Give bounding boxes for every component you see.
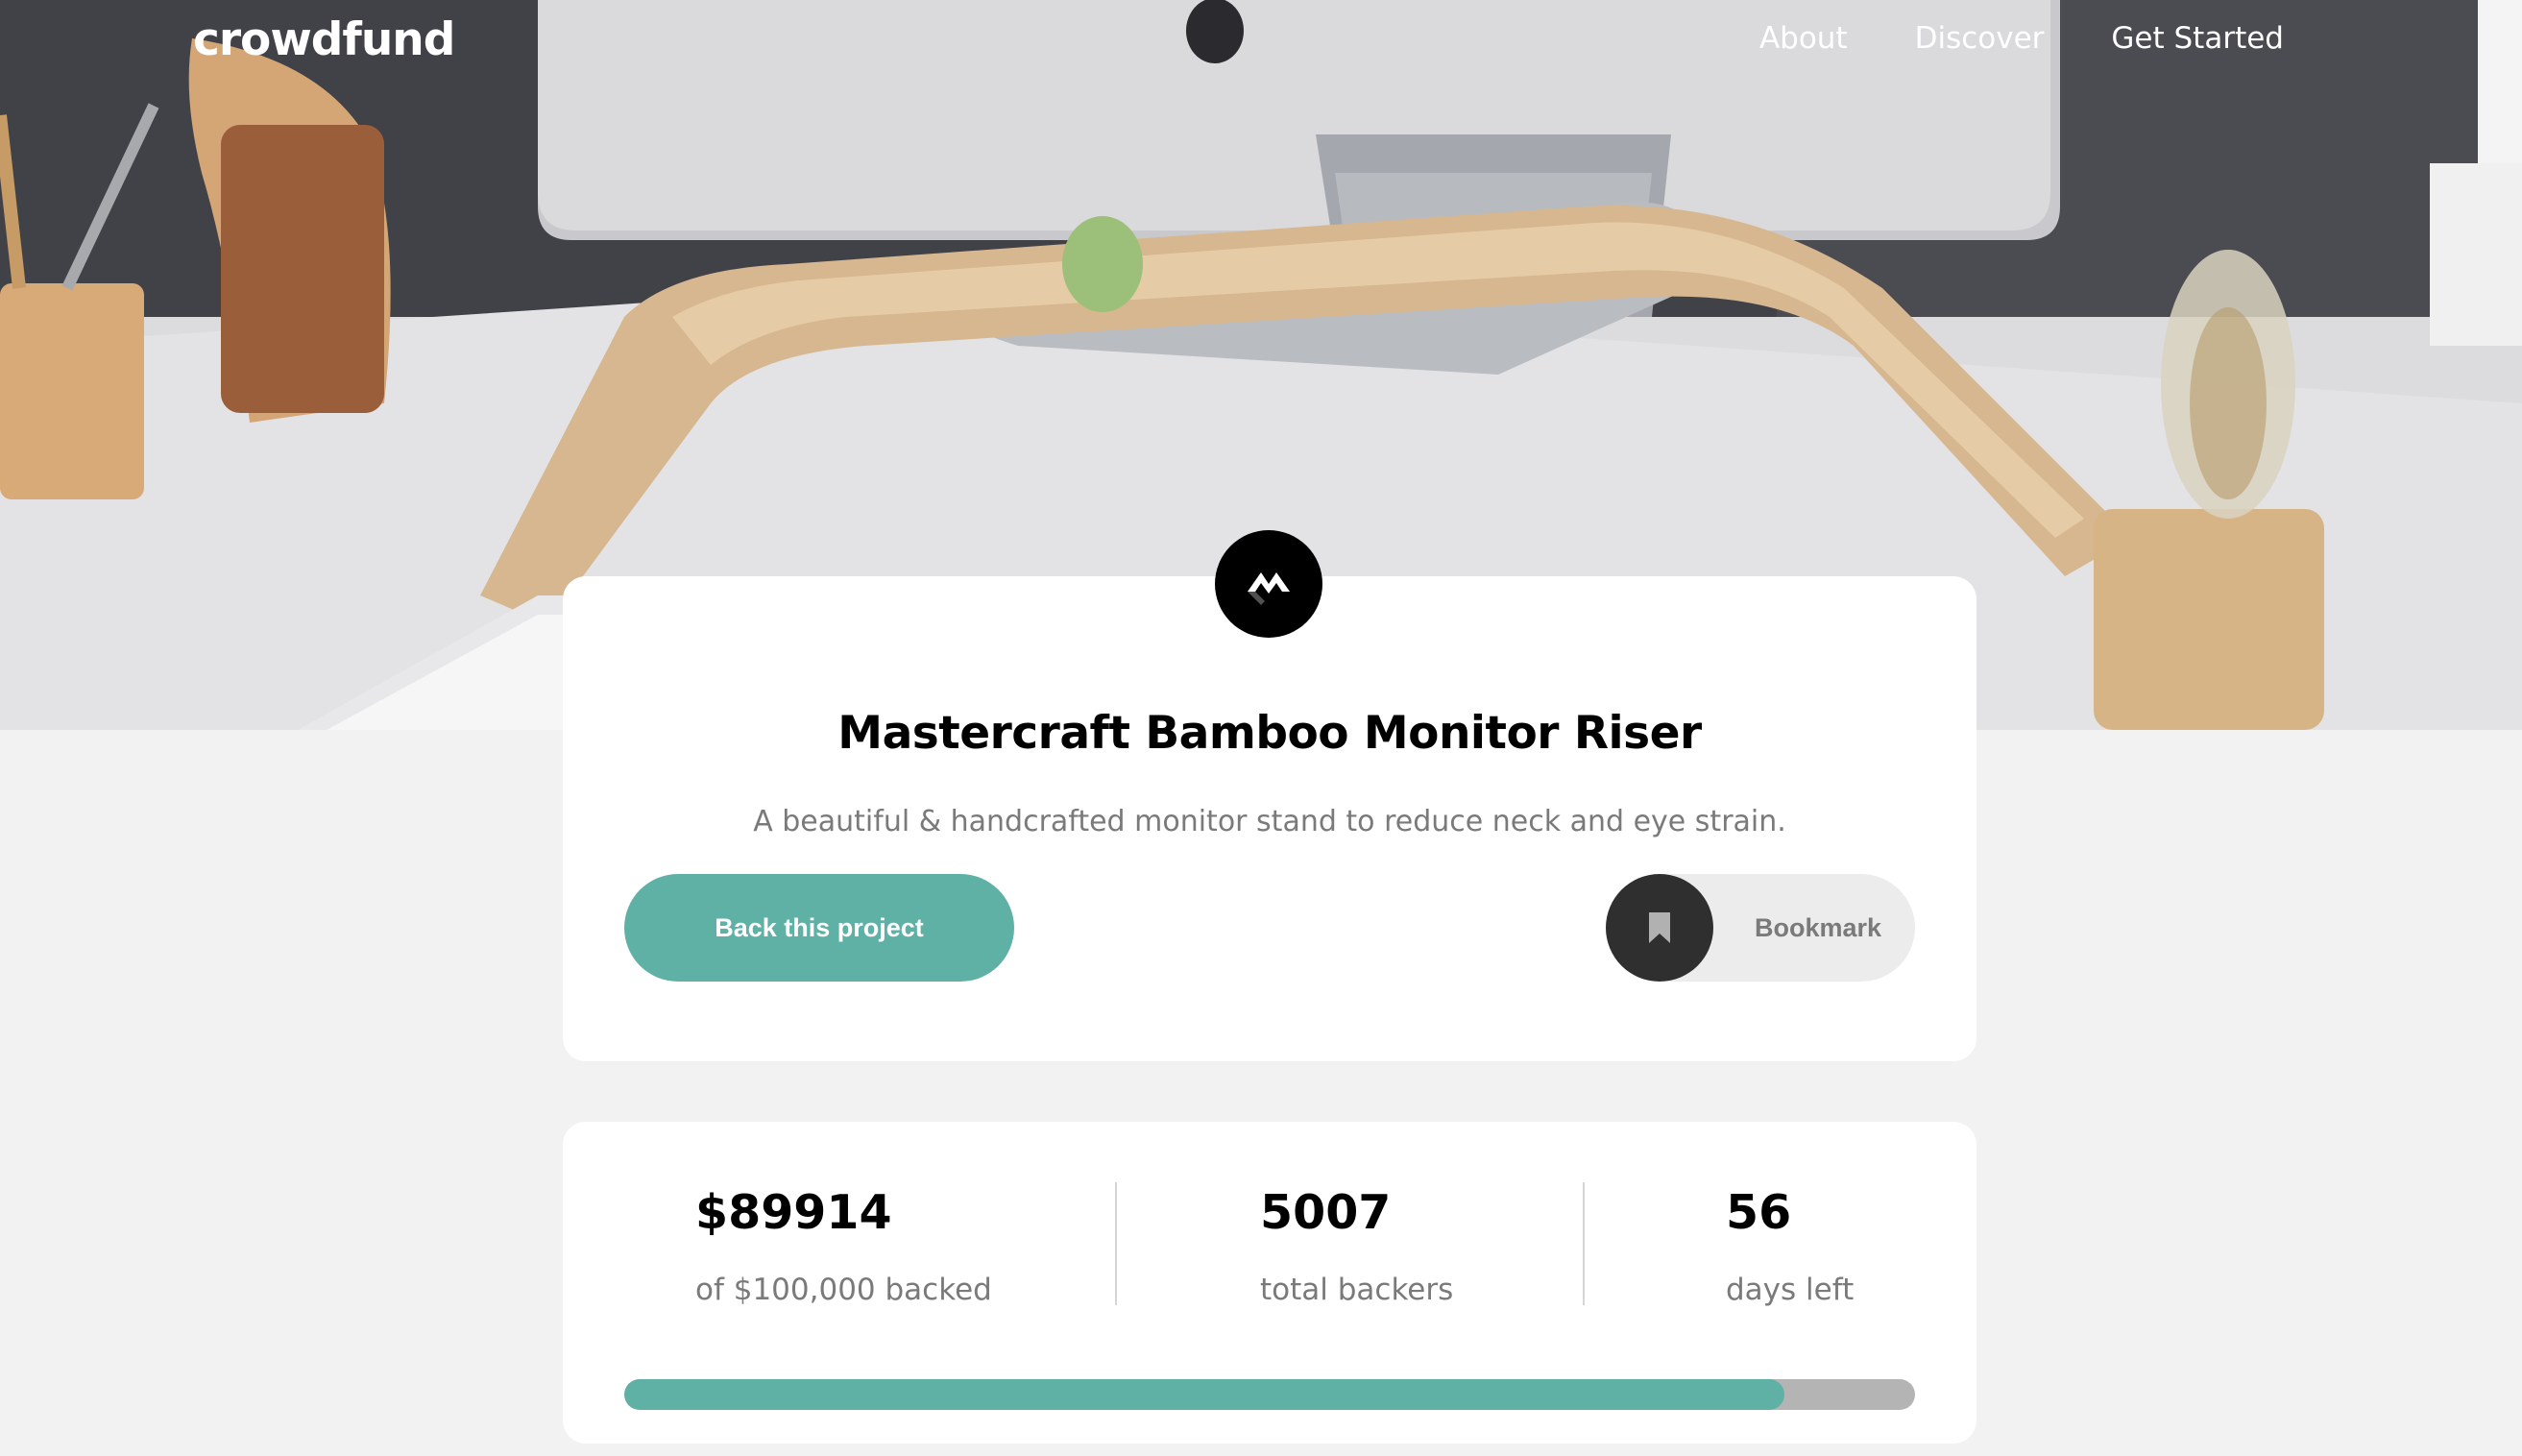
total-backers-value: 5007: [1260, 1185, 1392, 1240]
bookmark-icon: [1606, 874, 1713, 982]
days-left-label: days left: [1726, 1273, 1855, 1307]
project-stats-card: $89914 of $100,000 backed 5007 total bac…: [563, 1122, 1976, 1444]
days-left-value: 56: [1726, 1185, 1792, 1240]
nav-link-discover[interactable]: Discover: [1915, 21, 2045, 56]
bookmark-button[interactable]: Bookmark: [1606, 874, 1915, 982]
stat-amount-backed: $89914 of $100,000 backed: [695, 1189, 992, 1307]
site-logo[interactable]: crowdfund: [193, 13, 455, 66]
back-project-button[interactable]: Back this project: [624, 874, 1014, 982]
stat-divider: [1115, 1182, 1117, 1305]
main-nav: About Discover Get Started: [1759, 21, 2284, 56]
stat-divider: [1583, 1182, 1585, 1305]
nav-link-get-started[interactable]: Get Started: [2111, 21, 2284, 56]
project-intro-card: Mastercraft Bamboo Monitor Riser A beaut…: [563, 530, 1976, 1061]
stat-total-backers: 5007 total backers: [1260, 1189, 1453, 1307]
funding-progress-bar: [624, 1379, 1915, 1410]
project-description: A beautiful & handcrafted monitor stand …: [753, 805, 1786, 838]
total-backers-label: total backers: [1260, 1273, 1454, 1307]
stat-days-left: 56 days left: [1726, 1189, 1854, 1307]
nav-link-about[interactable]: About: [1759, 21, 1848, 56]
bookmark-label: Bookmark: [1755, 912, 1882, 942]
amount-backed-value: $89914: [695, 1185, 892, 1240]
amount-backed-label: of $100,000 backed: [695, 1273, 992, 1307]
mastercraft-logo-icon: [1215, 530, 1322, 638]
funding-progress-fill: [624, 1379, 1785, 1410]
project-title: Mastercraft Bamboo Monitor Riser: [837, 707, 1702, 761]
